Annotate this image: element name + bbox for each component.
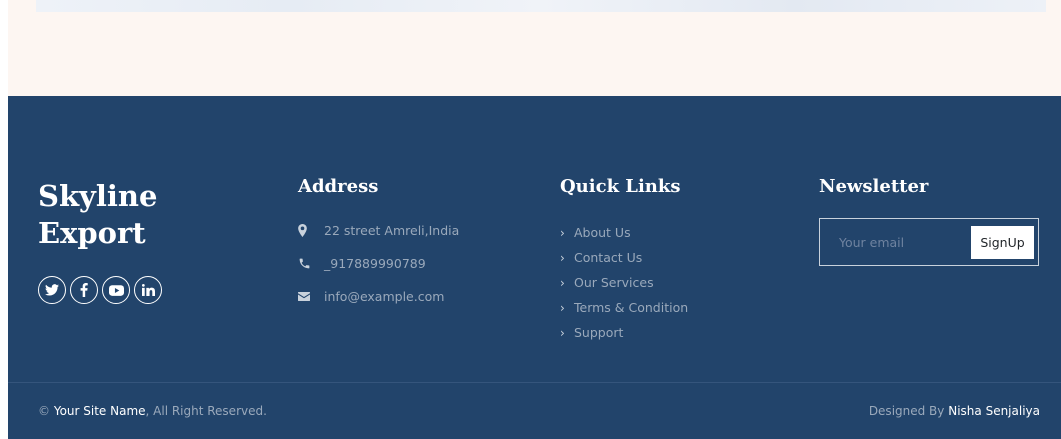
address-list: 22 street Amreli,India _917889990789 inf…: [298, 220, 459, 319]
copyright-text: © Your Site Name, All Right Reserved.: [38, 404, 267, 418]
newsletter-form: SignUp: [819, 218, 1039, 266]
quick-links-title: Quick Links: [560, 176, 681, 197]
twitter-button[interactable]: [38, 276, 66, 304]
phone-text: _917889990789: [324, 255, 426, 271]
map-marker-icon: [298, 223, 307, 237]
address-text: 22 street Amreli,India: [324, 222, 460, 238]
chevron-right-icon: ›: [560, 325, 565, 340]
email-item: info@example.com: [298, 286, 459, 306]
envelope-icon: [298, 291, 310, 301]
top-section-background: [8, 0, 1061, 96]
chevron-right-icon: ›: [560, 225, 565, 240]
phone-item: _917889990789: [298, 253, 459, 273]
facebook-icon: [80, 283, 88, 297]
address-item: 22 street Amreli,India: [298, 220, 459, 240]
link-contact-us[interactable]: › Contact Us: [560, 245, 688, 270]
link-support[interactable]: › Support: [560, 320, 688, 345]
hero-image-bottom-edge: [36, 0, 1046, 12]
footer-brand: Skyline Export: [38, 178, 208, 252]
social-links: [38, 276, 162, 304]
signup-button[interactable]: SignUp: [971, 226, 1034, 259]
newsletter-title: Newsletter: [819, 176, 929, 197]
twitter-icon: [45, 284, 59, 296]
youtube-icon: [108, 284, 124, 296]
quick-links-list: › About Us › Contact Us › Our Services ›…: [560, 220, 688, 345]
link-terms-condition[interactable]: › Terms & Condition: [560, 295, 688, 320]
site-footer: Skyline Export Address 22 street Amreli,…: [8, 96, 1061, 439]
newsletter-email-input[interactable]: [821, 220, 966, 264]
chevron-right-icon: ›: [560, 275, 565, 290]
address-title: Address: [298, 176, 379, 197]
youtube-button[interactable]: [102, 276, 130, 304]
footer-divider: [8, 382, 1061, 383]
designer-link[interactable]: Nisha Senjaliya: [948, 404, 1040, 418]
designed-by-text: Designed By Nisha Senjaliya: [868, 404, 1040, 418]
brand-line-2: Export: [38, 216, 146, 250]
chevron-right-icon: ›: [560, 250, 565, 265]
link-our-services[interactable]: › Our Services: [560, 270, 688, 295]
linkedin-button[interactable]: [134, 276, 162, 304]
email-text: info@example.com: [324, 288, 445, 304]
brand-line-1: Skyline: [38, 179, 158, 213]
facebook-button[interactable]: [70, 276, 98, 304]
phone-icon: [299, 258, 310, 268]
linkedin-icon: [141, 284, 155, 296]
link-about-us[interactable]: › About Us: [560, 220, 688, 245]
site-name-link[interactable]: Your Site Name: [54, 404, 146, 418]
chevron-right-icon: ›: [560, 300, 565, 315]
